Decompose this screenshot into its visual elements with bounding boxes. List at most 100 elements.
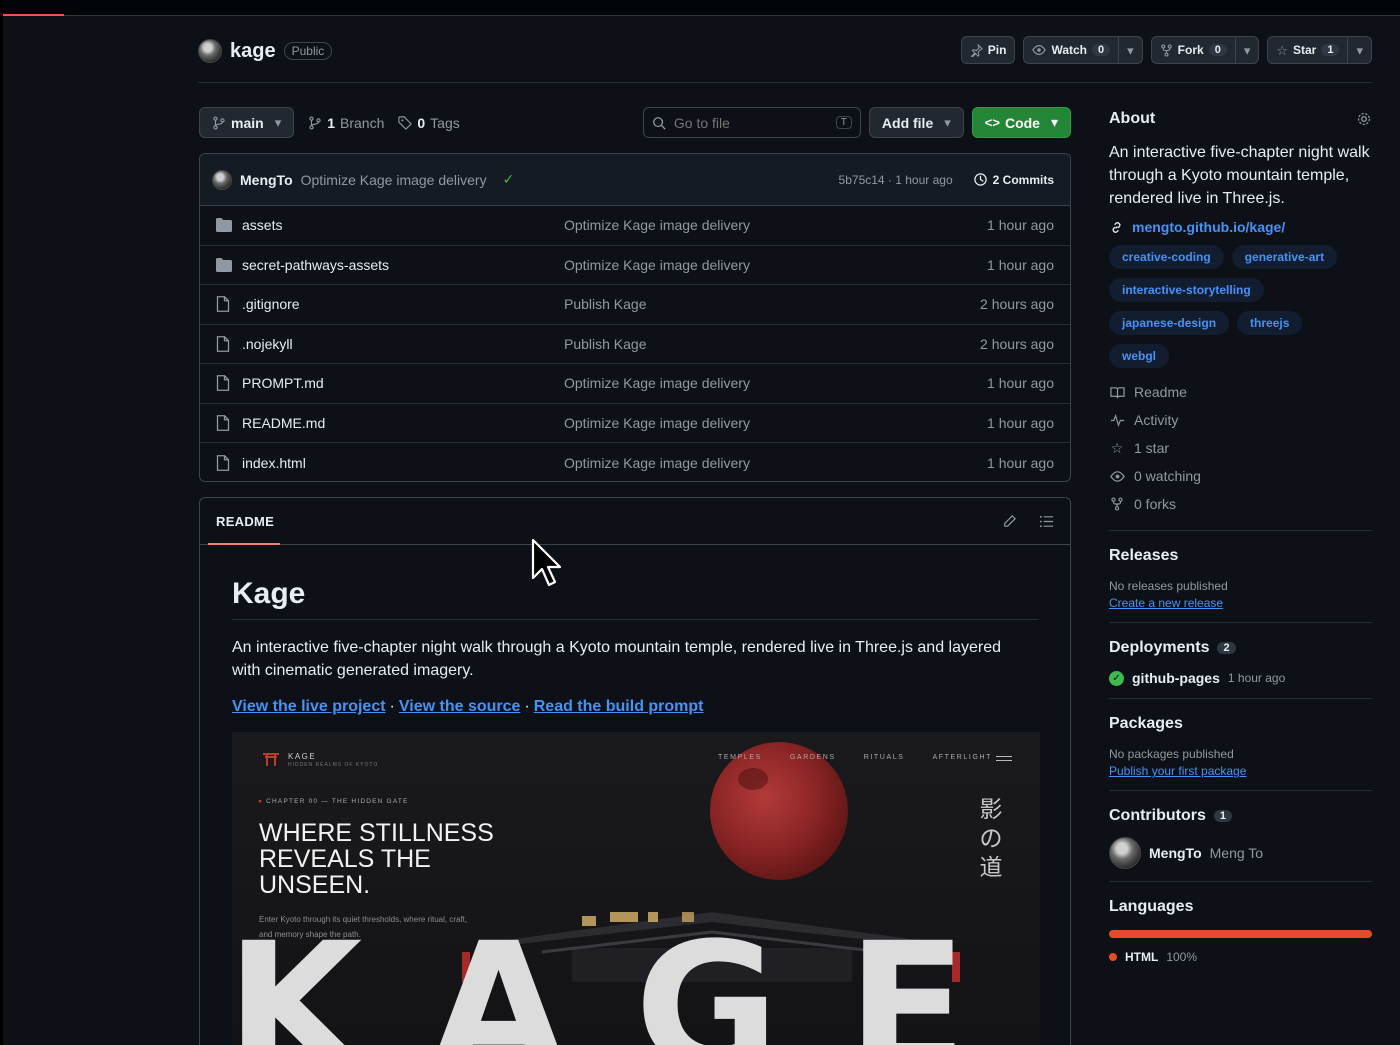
commit-message[interactable]: Optimize Kage image delivery bbox=[301, 172, 487, 188]
topic-tag[interactable]: creative-coding bbox=[1109, 245, 1224, 269]
file-commit-message[interactable]: Optimize Kage image delivery bbox=[564, 257, 987, 273]
deployments-title[interactable]: Deployments 2 bbox=[1109, 639, 1372, 657]
topic-tag[interactable]: japanese-design bbox=[1109, 311, 1230, 335]
caret-down-icon: ▾ bbox=[944, 115, 951, 130]
publish-package-link[interactable]: Publish your first package bbox=[1109, 764, 1372, 778]
tags-label: Tags bbox=[430, 114, 460, 131]
file-row[interactable]: secret-pathways-assets Optimize Kage imag… bbox=[200, 246, 1070, 285]
pulse-icon bbox=[1109, 413, 1125, 428]
contributors-heading: Contributors bbox=[1109, 807, 1206, 824]
releases-title[interactable]: Releases bbox=[1109, 547, 1372, 565]
topic-tag[interactable]: webgl bbox=[1109, 344, 1170, 368]
watch-dropdown-button[interactable]: ▾ bbox=[1119, 36, 1143, 64]
watch-button[interactable]: Watch 0 bbox=[1023, 36, 1120, 64]
build-prompt-link[interactable]: Read the build prompt bbox=[534, 698, 704, 715]
eye-icon bbox=[1109, 469, 1125, 484]
pencil-icon[interactable] bbox=[1002, 514, 1017, 529]
about-header: About bbox=[1109, 107, 1372, 131]
sidebar-divider bbox=[1109, 881, 1372, 882]
outline-list-icon[interactable] bbox=[1039, 514, 1054, 529]
link-separator: · bbox=[524, 698, 530, 715]
fork-button[interactable]: Fork 0 bbox=[1150, 36, 1236, 64]
packages-heading: Packages bbox=[1109, 715, 1183, 732]
branches-link[interactable]: 1 Branch bbox=[308, 115, 384, 131]
code-button[interactable]: <> Code ▾ bbox=[971, 107, 1071, 138]
source-link[interactable]: View the source bbox=[399, 698, 521, 715]
language-item[interactable]: HTML 100% bbox=[1109, 950, 1372, 964]
file-row[interactable]: PROMPT.md Optimize Kage image delivery 1 h… bbox=[200, 364, 1070, 404]
file-row[interactable]: assets Optimize Kage image delivery 1 hour… bbox=[200, 206, 1070, 246]
file-rows: assets Optimize Kage image delivery 1 hour… bbox=[200, 206, 1070, 481]
contributor-login[interactable]: MengTo bbox=[1149, 845, 1202, 861]
file-commit-message[interactable]: Publish Kage bbox=[564, 336, 980, 352]
file-name[interactable]: .nojekyll bbox=[242, 336, 564, 352]
file-name[interactable]: secret-pathways-assets bbox=[242, 257, 564, 273]
success-check-icon: ✓ bbox=[1109, 670, 1124, 686]
topic-tag[interactable]: interactive-storytelling bbox=[1109, 278, 1264, 302]
window-edge bbox=[0, 0, 3, 1045]
file-row[interactable]: README.md Optimize Kage image delivery 1 h… bbox=[200, 404, 1070, 443]
homepage-link[interactable]: mengto.github.io/kage/ bbox=[1109, 219, 1372, 235]
file-name[interactable]: .gitignore bbox=[242, 296, 564, 312]
homepage-url[interactable]: mengto.github.io/kage/ bbox=[1132, 219, 1285, 235]
repo-name[interactable]: kage bbox=[230, 40, 276, 63]
contributor-item[interactable]: MengTo Meng To bbox=[1109, 837, 1372, 869]
owner-avatar[interactable] bbox=[198, 39, 222, 63]
add-file-label: Add file bbox=[881, 114, 934, 131]
hero-nav-item: AFTERLIGHT bbox=[932, 754, 993, 761]
readme-link[interactable]: Readme bbox=[1109, 378, 1372, 406]
live-project-link[interactable]: View the live project bbox=[232, 698, 386, 715]
language-bar[interactable] bbox=[1109, 930, 1372, 938]
file-commit-message[interactable]: Optimize Kage image delivery bbox=[564, 415, 987, 431]
fork-dropdown-button[interactable]: ▾ bbox=[1235, 36, 1260, 64]
activity-link[interactable]: Activity bbox=[1109, 406, 1372, 434]
link-icon bbox=[1112, 221, 1121, 233]
file-name[interactable]: index.html bbox=[242, 455, 564, 471]
file-commit-message[interactable]: Optimize Kage image delivery bbox=[564, 455, 987, 471]
history-icon bbox=[973, 173, 987, 186]
caret-down-icon: ▾ bbox=[274, 115, 282, 130]
deployment-env[interactable]: github-pages bbox=[1132, 670, 1220, 686]
watchers-link[interactable]: 0 watching bbox=[1109, 462, 1372, 490]
contributor-avatar[interactable] bbox=[1109, 837, 1141, 869]
forks-link[interactable]: 0 forks bbox=[1109, 490, 1372, 518]
commit-sha-time[interactable]: 5b75c14 · 1 hour ago bbox=[839, 173, 953, 187]
star-dropdown-button[interactable]: ▾ bbox=[1348, 36, 1372, 64]
commits-link[interactable]: 2 Commits bbox=[973, 172, 1054, 187]
topic-tag[interactable]: threejs bbox=[1237, 311, 1303, 335]
packages-title[interactable]: Packages bbox=[1109, 715, 1372, 733]
stars-link[interactable]: ☆ 1 star bbox=[1109, 434, 1372, 462]
file-name[interactable]: PROMPT.md bbox=[242, 375, 564, 391]
visibility-badge: Public bbox=[283, 42, 333, 60]
go-to-file-search[interactable]: T bbox=[642, 107, 861, 138]
check-icon[interactable]: ✓ bbox=[503, 171, 515, 188]
hero-headline: WHERE STILLNESS REVEALS THE UNSEEN. bbox=[259, 819, 494, 899]
file-row[interactable]: .nojekyll Publish Kage 2 hours ago bbox=[200, 325, 1070, 364]
file-name[interactable]: assets bbox=[242, 217, 564, 233]
branch-selector[interactable]: main ▾ bbox=[199, 107, 295, 138]
file-commit-message[interactable]: Optimize Kage image delivery bbox=[564, 217, 987, 233]
file-row[interactable]: index.html Optimize Kage image delivery 1 … bbox=[200, 443, 1070, 481]
readme-tab[interactable]: README bbox=[216, 514, 274, 529]
deployment-item[interactable]: ✓ github-pages 1 hour ago bbox=[1109, 670, 1372, 686]
fork-icon bbox=[1160, 43, 1172, 57]
folder-icon bbox=[216, 218, 232, 233]
topic-tag[interactable]: generative-art bbox=[1231, 245, 1338, 269]
star-group: ☆ Star 1 ▾ bbox=[1267, 36, 1372, 64]
tags-link[interactable]: 0 Tags bbox=[398, 114, 460, 131]
releases-empty: No releases published bbox=[1109, 579, 1228, 593]
add-file-button[interactable]: Add file ▾ bbox=[868, 107, 964, 138]
pin-button[interactable]: Pin bbox=[960, 36, 1016, 64]
fork-group: Fork 0 ▾ bbox=[1150, 36, 1260, 64]
file-name[interactable]: README.md bbox=[242, 415, 564, 431]
file-commit-message[interactable]: Publish Kage bbox=[564, 296, 980, 312]
go-to-file-input[interactable] bbox=[673, 114, 824, 131]
commit-author-avatar[interactable] bbox=[212, 169, 232, 190]
create-release-link[interactable]: Create a new release bbox=[1109, 596, 1372, 610]
star-button[interactable]: ☆ Star 1 bbox=[1267, 36, 1349, 64]
commit-author[interactable]: MengTo bbox=[240, 172, 293, 188]
gear-icon[interactable] bbox=[1356, 111, 1372, 127]
file-row[interactable]: .gitignore Publish Kage 2 hours ago bbox=[200, 285, 1070, 325]
contributors-title[interactable]: Contributors 1 bbox=[1109, 807, 1372, 825]
file-commit-message[interactable]: Optimize Kage image delivery bbox=[564, 375, 987, 391]
